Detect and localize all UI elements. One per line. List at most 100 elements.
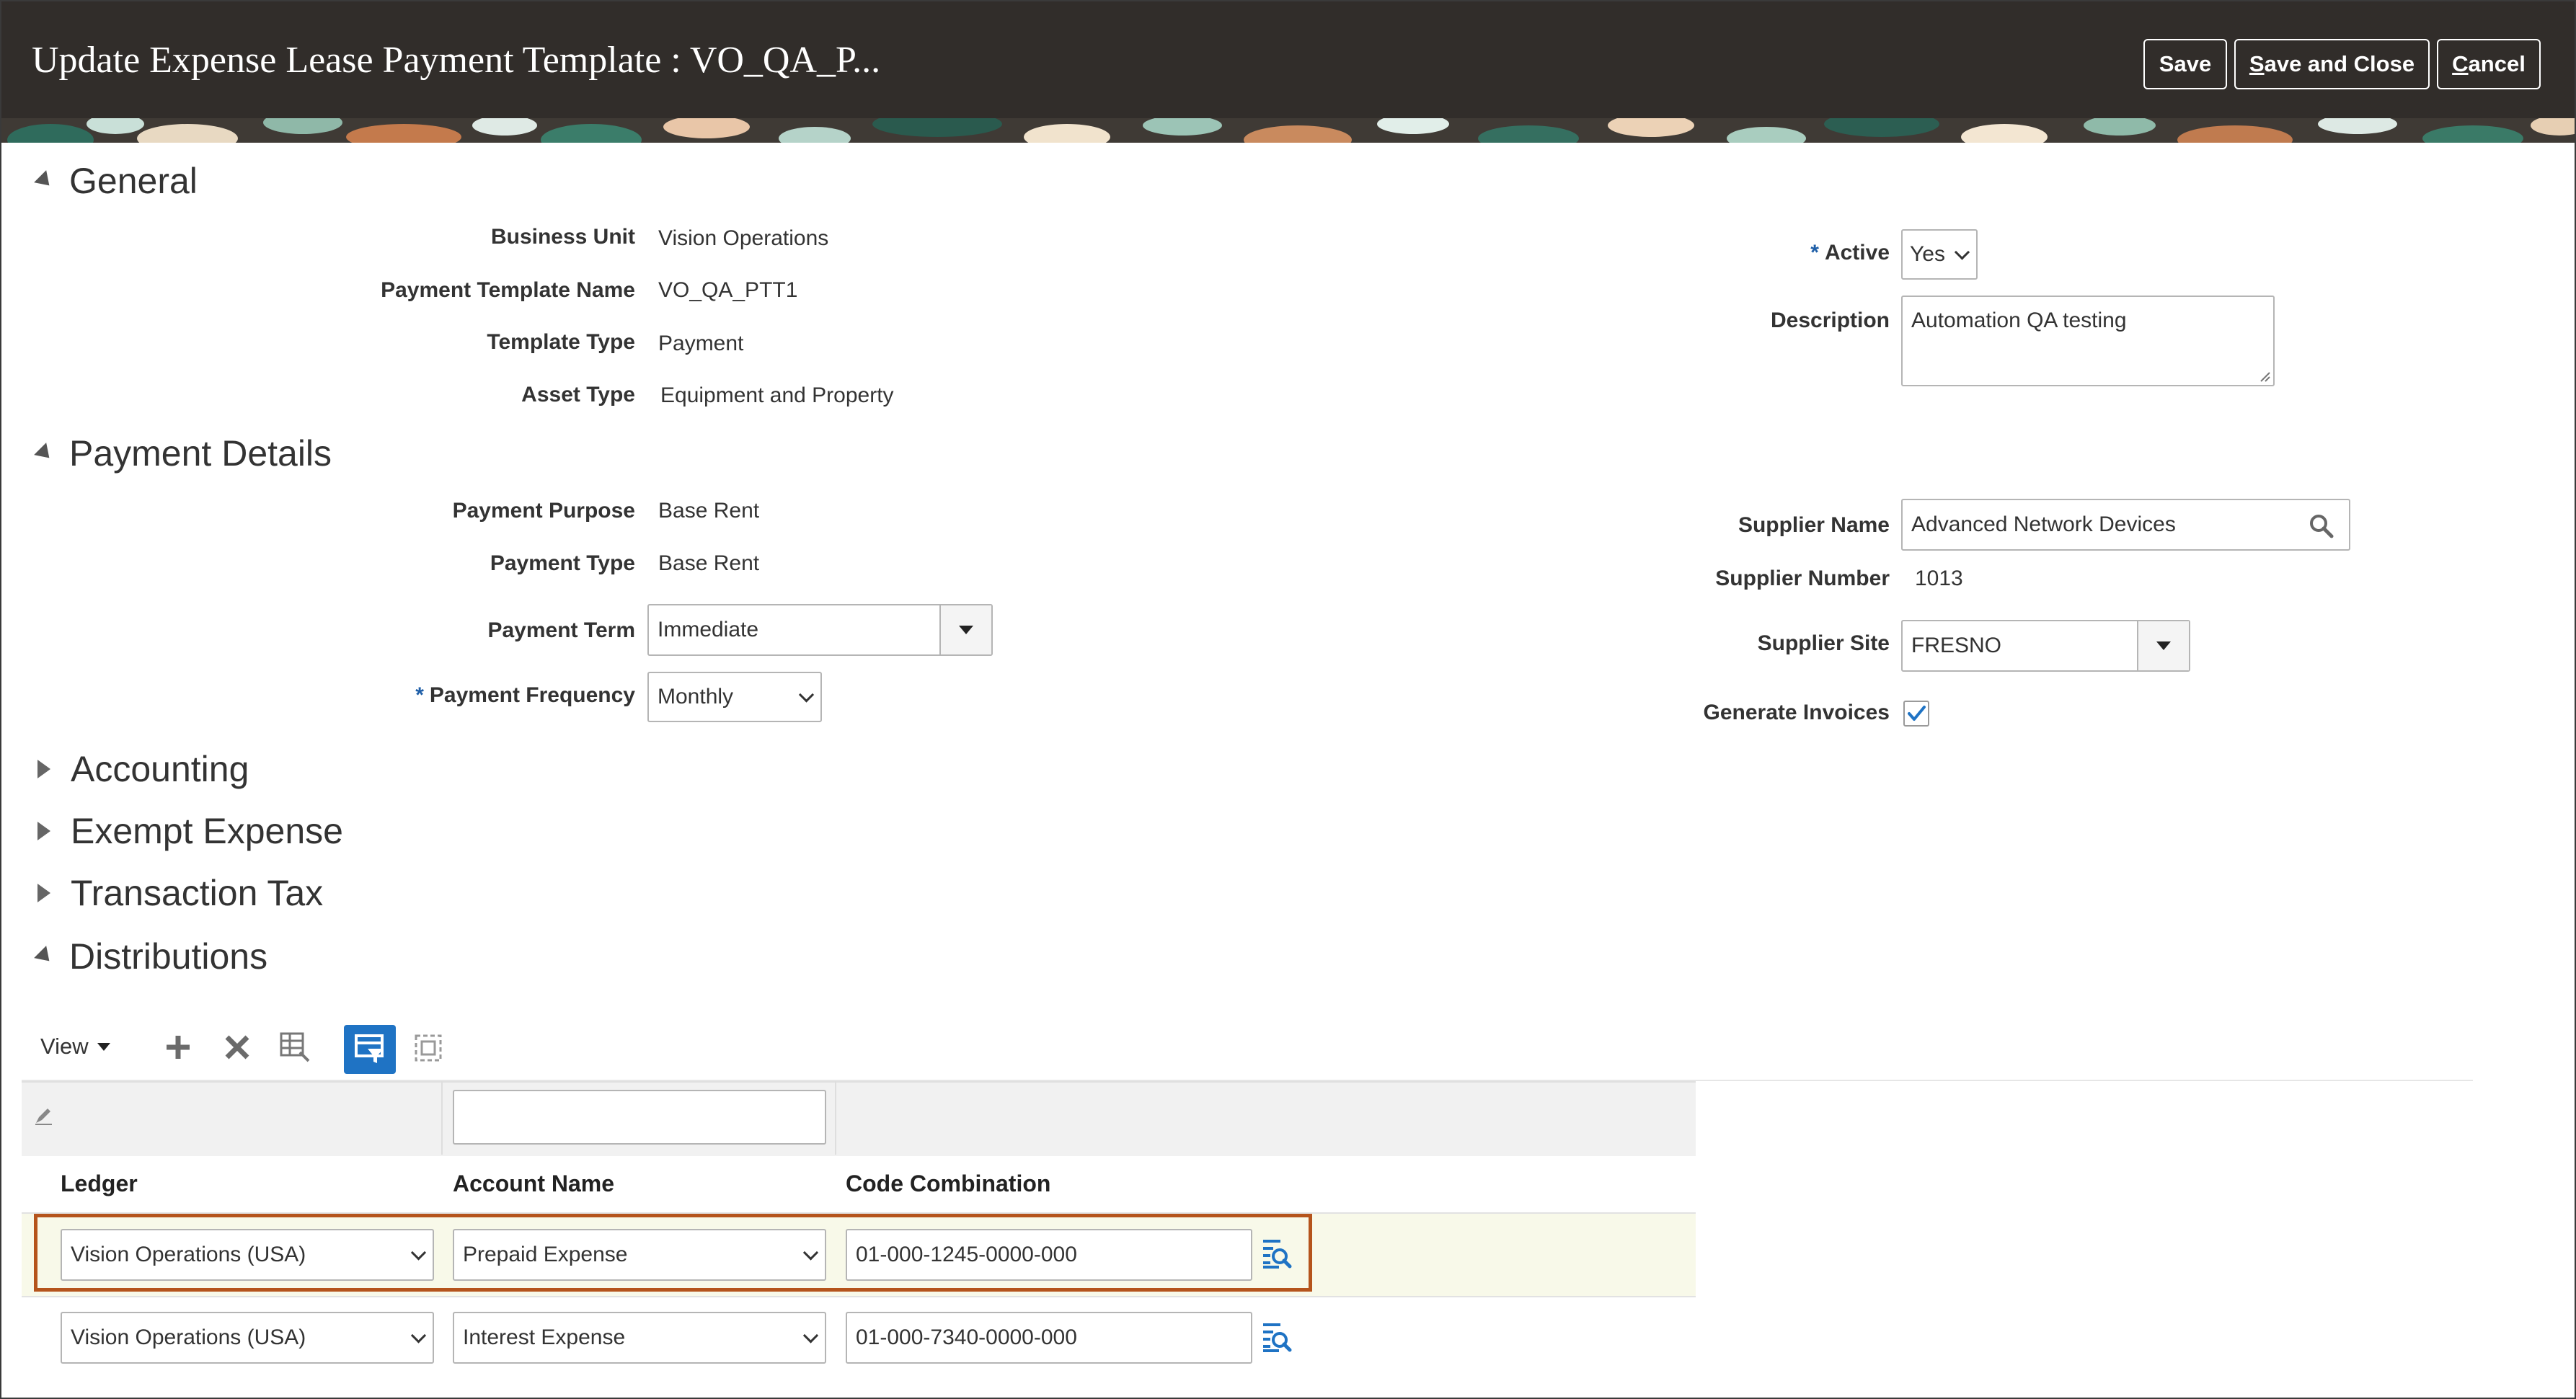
add-row-button[interactable] — [161, 1031, 195, 1064]
account-name-value: Prepaid Expense — [463, 1243, 628, 1266]
payment-type-value: Base Rent — [658, 551, 760, 575]
account-name-select[interactable]: Interest Expense — [453, 1312, 826, 1364]
supplier-site-select[interactable]: FRESNO — [1901, 620, 2190, 672]
description-textarea[interactable]: Automation QA testing — [1901, 296, 2275, 386]
supplier-site-value: FRESNO — [1911, 634, 2002, 657]
payment-term-dropdown-button[interactable] — [939, 605, 991, 654]
code-combination-value: 01-000-1245-0000-000 — [856, 1243, 1077, 1266]
plus-icon — [167, 1036, 190, 1059]
save-and-close-label: ave and Close — [2264, 51, 2415, 76]
freeze-columns-button[interactable] — [277, 1029, 313, 1065]
section-accounting-header[interactable]: Accounting — [33, 748, 249, 790]
asset-type-value: Equipment and Property — [660, 383, 894, 407]
account-name-select[interactable]: Prepaid Expense — [453, 1229, 826, 1281]
section-distributions-title: Distributions — [69, 936, 268, 977]
collapse-icon — [34, 946, 56, 967]
generate-invoices-label: Generate Invoices — [1703, 701, 1890, 724]
generate-invoices-checkbox[interactable] — [1903, 701, 1929, 727]
description-text: Automation QA testing — [1911, 308, 2127, 332]
detach-button[interactable] — [411, 1031, 446, 1065]
supplier-name-label: Supplier Name — [1738, 513, 1890, 537]
edit-icon — [35, 1109, 52, 1125]
supplier-name-value: Advanced Network Devices — [1911, 512, 2176, 536]
save-and-close-mnemonic: S — [2249, 51, 2265, 76]
business-unit-value: Vision Operations — [658, 226, 829, 250]
template-name-label: Payment Template Name — [381, 278, 635, 302]
decorative-banner — [0, 118, 2576, 143]
freeze-icon — [280, 1032, 310, 1062]
query-by-example-button[interactable] — [344, 1025, 396, 1074]
payment-frequency-select[interactable]: Monthly — [647, 672, 822, 722]
ledger-select[interactable]: Vision Operations (USA) — [61, 1312, 434, 1364]
window-frame — [0, 0, 2576, 1399]
ledger-select[interactable]: Vision Operations (USA) — [61, 1229, 434, 1281]
section-exempt-expense-title: Exempt Expense — [71, 811, 343, 851]
payment-purpose-label: Payment Purpose — [452, 499, 635, 523]
payment-frequency-value: Monthly — [658, 685, 734, 709]
section-general-header[interactable]: General — [33, 160, 198, 202]
column-divider — [835, 1081, 836, 1155]
save-and-close-button[interactable]: Save and Close — [2234, 39, 2430, 89]
lookup-search-icon[interactable] — [1260, 1322, 1292, 1354]
supplier-number-label: Supplier Number — [1715, 567, 1890, 590]
collapse-icon — [34, 443, 56, 464]
code-combination-input[interactable]: 01-000-7340-0000-000 — [846, 1312, 1252, 1364]
chevron-down-icon — [802, 1245, 819, 1261]
search-icon[interactable] — [2309, 513, 2334, 539]
close-icon — [225, 1035, 249, 1060]
page-title: Update Expense Lease Payment Template : … — [32, 40, 881, 81]
section-distributions-header[interactable]: Distributions — [33, 936, 267, 977]
payment-term-label: Payment Term — [487, 618, 635, 642]
business-unit-label: Business Unit — [490, 225, 635, 249]
resize-handle-icon[interactable] — [2259, 370, 2270, 382]
active-label: * Active — [1810, 241, 1890, 265]
asset-type-label: Asset Type — [521, 383, 635, 407]
save-button[interactable]: Save — [2143, 39, 2227, 89]
required-indicator: * — [415, 683, 424, 707]
section-payment-details-header[interactable]: Payment Details — [33, 432, 332, 474]
cancel-mnemonic: C — [2452, 51, 2469, 76]
expand-icon — [37, 760, 50, 778]
column-header-ledger[interactable]: Ledger — [61, 1171, 138, 1197]
cancel-label: ancel — [2468, 51, 2526, 76]
payment-type-label: Payment Type — [490, 551, 635, 575]
payment-term-select[interactable]: Immediate — [647, 604, 993, 656]
chevron-down-icon — [802, 1328, 819, 1344]
section-payment-details-title: Payment Details — [69, 433, 332, 474]
section-transaction-tax-title: Transaction Tax — [71, 873, 324, 913]
active-select-value: Yes — [1910, 242, 1945, 266]
filter-row — [22, 1081, 1696, 1156]
page-header: Update Expense Lease Payment Template : … — [0, 0, 2576, 118]
section-exempt-expense-header[interactable]: Exempt Expense — [33, 810, 343, 852]
active-label-text: Active — [1824, 241, 1890, 265]
chevron-down-icon — [410, 1245, 427, 1261]
lookup-search-icon[interactable] — [1260, 1238, 1292, 1270]
checkmark-icon — [1908, 706, 1926, 721]
detach-icon — [415, 1034, 442, 1062]
dropdown-arrow-icon — [2156, 641, 2171, 650]
expand-icon — [37, 822, 50, 840]
delete-row-button[interactable] — [221, 1031, 254, 1064]
ledger-value: Vision Operations (USA) — [71, 1243, 306, 1266]
supplier-name-input[interactable]: Advanced Network Devices — [1901, 499, 2350, 551]
filter-icon — [355, 1034, 384, 1063]
column-header-code-combination[interactable]: Code Combination — [846, 1171, 1050, 1197]
supplier-site-dropdown-button[interactable] — [2137, 621, 2189, 670]
view-menu[interactable]: View — [40, 1034, 110, 1060]
payment-frequency-label: * Payment Frequency — [415, 683, 635, 708]
dropdown-arrow-icon — [97, 1042, 110, 1051]
payment-frequency-label-text: Payment Frequency — [429, 683, 635, 707]
active-select[interactable]: Yes — [1901, 229, 1978, 280]
section-transaction-tax-header[interactable]: Transaction Tax — [33, 872, 323, 914]
ledger-value: Vision Operations (USA) — [71, 1325, 306, 1349]
column-header-account-name[interactable]: Account Name — [453, 1171, 614, 1197]
expand-icon — [37, 884, 50, 902]
code-combination-input[interactable]: 01-000-1245-0000-000 — [846, 1229, 1252, 1281]
chevron-down-icon — [798, 687, 815, 703]
column-divider — [441, 1081, 443, 1155]
account-name-filter-input[interactable] — [453, 1090, 826, 1145]
template-type-label: Template Type — [487, 330, 635, 354]
code-combination-value: 01-000-7340-0000-000 — [856, 1325, 1077, 1349]
cancel-button[interactable]: Cancel — [2437, 39, 2541, 89]
view-menu-label: View — [40, 1034, 89, 1059]
